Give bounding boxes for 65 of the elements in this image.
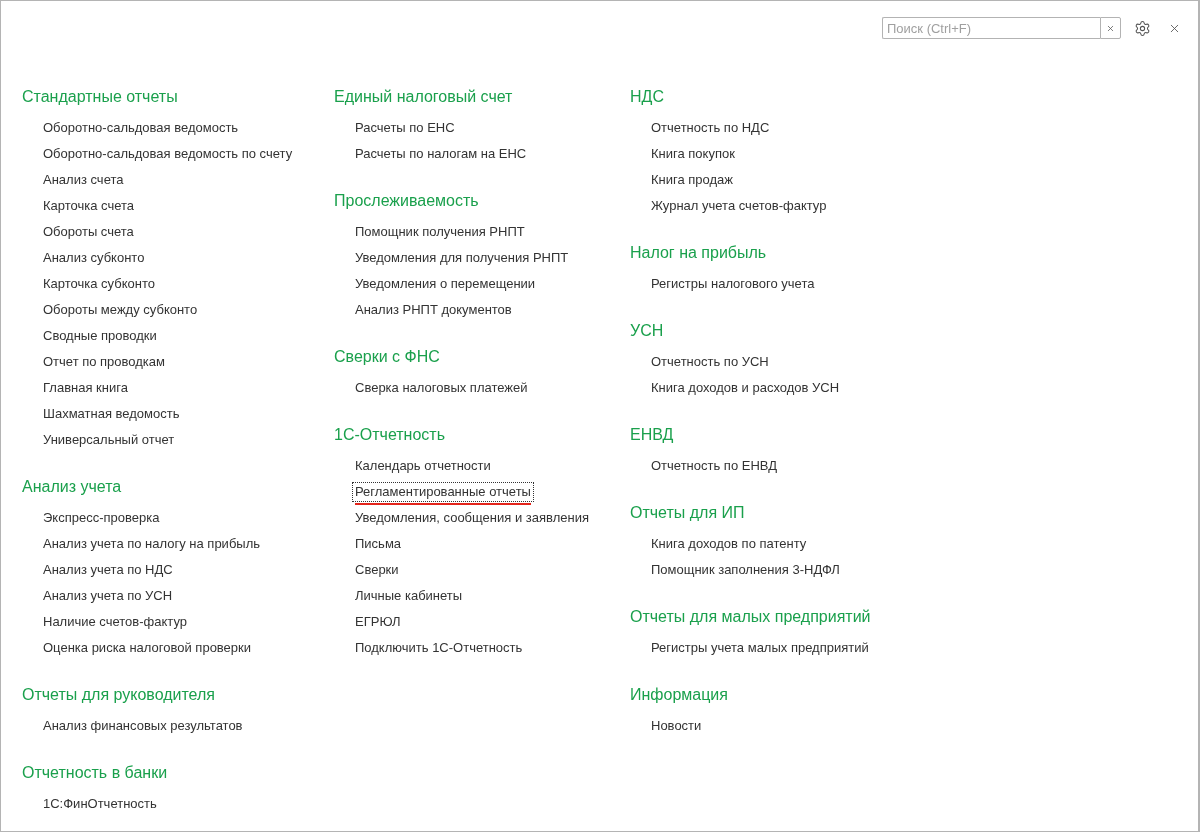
- report-link[interactable]: Регистры учета малых предприятий: [649, 639, 871, 657]
- report-link[interactable]: Сверки: [353, 561, 401, 579]
- section-title: Отчеты для руководителя: [21, 685, 215, 705]
- report-link[interactable]: Книга покупок: [649, 145, 737, 163]
- report-link[interactable]: Уведомления, сообщения и заявления: [353, 509, 591, 527]
- report-link[interactable]: Анализ счета: [41, 171, 126, 189]
- search-field[interactable]: Поиск (Ctrl+F): [882, 17, 1100, 39]
- report-link[interactable]: Отчетность по НДС: [649, 119, 772, 137]
- report-link[interactable]: Уведомления о перемещении: [353, 275, 538, 293]
- report-link[interactable]: Сверка налоговых платежей: [353, 379, 530, 397]
- report-link[interactable]: Оценка риска налоговой проверки: [41, 639, 254, 657]
- report-link[interactable]: Наличие счетов-фактур: [41, 613, 189, 631]
- report-link[interactable]: Анализ учета по НДС: [41, 561, 175, 579]
- section-title: Стандартные отчеты: [21, 87, 178, 107]
- report-link[interactable]: Шахматная ведомость: [41, 405, 182, 423]
- section-title: ЕНВД: [629, 425, 674, 445]
- section-title: Единый налоговый счет: [333, 87, 513, 107]
- report-link[interactable]: Анализ РНПТ документов: [353, 301, 514, 319]
- report-link[interactable]: Отчетность по ЕНВД: [649, 457, 779, 475]
- report-link[interactable]: Универсальный отчет: [41, 431, 177, 449]
- report-link[interactable]: Оборотно-сальдовая ведомость по счету: [41, 145, 295, 163]
- report-link[interactable]: Письма: [353, 535, 404, 553]
- report-link[interactable]: Экспресс-проверка: [41, 509, 162, 527]
- report-link[interactable]: Обороты между субконто: [41, 301, 200, 319]
- report-link[interactable]: Расчеты по налогам на ЕНС: [353, 145, 529, 163]
- report-link[interactable]: 1С:ФинОтчетность: [41, 795, 159, 813]
- section-title: Анализ учета: [21, 477, 122, 497]
- section-title: Отчеты для ИП: [629, 503, 745, 523]
- report-link[interactable]: Журнал учета счетов-фактур: [649, 197, 829, 215]
- report-link[interactable]: Анализ учета по УСН: [41, 587, 175, 605]
- report-link[interactable]: Подключить 1С-Отчетность: [353, 639, 525, 657]
- report-link[interactable]: ЕГРЮЛ: [353, 613, 403, 631]
- report-link[interactable]: Регистры налогового учета: [649, 275, 817, 293]
- report-link[interactable]: Сводные проводки: [41, 327, 159, 345]
- report-link[interactable]: Карточка счета: [41, 197, 137, 215]
- report-link[interactable]: Анализ субконто: [41, 249, 147, 267]
- report-link[interactable]: Личные кабинеты: [353, 587, 465, 605]
- report-link[interactable]: Книга доходов по патенту: [649, 535, 809, 553]
- section-title: 1С-Отчетность: [333, 425, 445, 445]
- section-title: Сверки с ФНС: [333, 347, 440, 367]
- report-link[interactable]: Помощник заполнения 3-НДФЛ: [649, 561, 842, 579]
- section-title: Отчетность в банки: [21, 763, 168, 783]
- section-title: Налог на прибыль: [629, 243, 767, 263]
- report-link[interactable]: Обороты счета: [41, 223, 136, 241]
- section-title: Прослеживаемость: [333, 191, 479, 211]
- close-icon: [1106, 23, 1115, 33]
- report-link[interactable]: Главная книга: [41, 379, 130, 397]
- section-title: НДС: [629, 87, 664, 107]
- section-title: УСН: [629, 321, 664, 341]
- report-link[interactable]: Уведомления для получения РНПТ: [353, 249, 571, 267]
- section-title: Информация: [629, 685, 728, 705]
- report-link[interactable]: Книга доходов и расходов УСН: [649, 379, 842, 397]
- report-link[interactable]: Календарь отчетности: [353, 457, 493, 475]
- report-link[interactable]: Анализ учета по налогу на прибыль: [41, 535, 263, 553]
- report-link[interactable]: Отчетность по УСН: [649, 353, 771, 371]
- report-link[interactable]: Помощник получения РНПТ: [353, 223, 527, 241]
- report-link[interactable]: Новости: [649, 717, 704, 735]
- report-link[interactable]: Карточка субконто: [41, 275, 157, 293]
- report-link[interactable]: Отчет по проводкам: [41, 353, 167, 371]
- report-link[interactable]: Анализ финансовых результатов: [41, 717, 245, 735]
- report-link[interactable]: Расчеты по ЕНС: [353, 119, 457, 137]
- report-link[interactable]: Оборотно-сальдовая ведомость: [41, 119, 241, 137]
- section-title: Отчеты для малых предприятий: [629, 607, 871, 627]
- report-link[interactable]: Книга продаж: [649, 171, 736, 189]
- settings-icon[interactable]: [1134, 19, 1151, 37]
